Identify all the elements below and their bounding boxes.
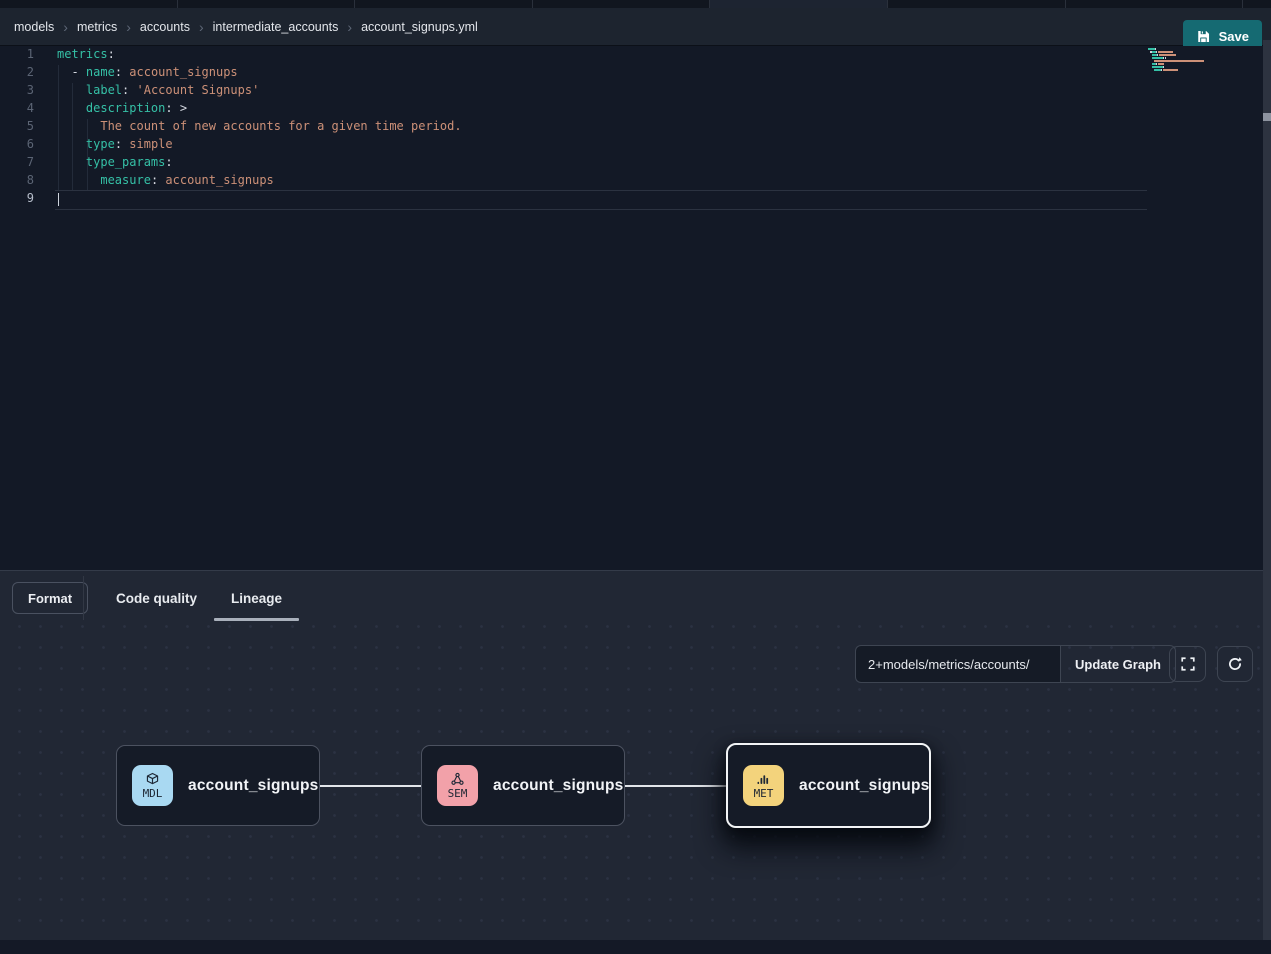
editor-file-tab[interactable] bbox=[888, 0, 1066, 8]
editor-file-tab[interactable] bbox=[0, 0, 178, 8]
lineage-node-met[interactable]: MET account_signups bbox=[726, 743, 931, 828]
node-type-code: MET bbox=[754, 788, 774, 800]
panel-tabs: Code quality Lineage bbox=[99, 571, 299, 626]
code-text[interactable]: label: 'Account Signups' bbox=[57, 83, 259, 101]
lineage-selector-input[interactable] bbox=[855, 645, 1060, 683]
code-text[interactable]: - name: account_signups bbox=[57, 65, 238, 83]
top-tab-strip bbox=[0, 0, 1271, 8]
code-line: 9 bbox=[0, 191, 1271, 209]
save-icon bbox=[1196, 29, 1211, 44]
code-text[interactable]: type_params: bbox=[57, 155, 173, 173]
code-text[interactable]: metrics: bbox=[57, 47, 115, 65]
line-number: 8 bbox=[0, 173, 34, 191]
line-number: 3 bbox=[0, 83, 34, 101]
code-line: 6 type: simple bbox=[0, 137, 1271, 155]
code-text[interactable]: measure: account_signups bbox=[57, 173, 274, 191]
breadcrumb-item[interactable]: account_signups.yml bbox=[361, 20, 478, 34]
node-type-code: SEM bbox=[448, 788, 468, 800]
line-number: 7 bbox=[0, 155, 34, 173]
code-text[interactable]: type: simple bbox=[57, 137, 173, 155]
breadcrumb-bar: models › metrics › accounts › intermediate_acc… bbox=[0, 8, 1271, 46]
breadcrumb-item[interactable]: models bbox=[14, 20, 54, 34]
cube-badge: MDL bbox=[132, 765, 173, 806]
tab-label: Lineage bbox=[231, 591, 282, 606]
code-line: 5 The count of new accounts for a given … bbox=[0, 119, 1271, 137]
tab-code-quality[interactable]: Code quality bbox=[99, 571, 214, 626]
scrollbar-thumb[interactable] bbox=[1263, 113, 1271, 121]
network-badge: SEM bbox=[437, 765, 478, 806]
format-button[interactable]: Format bbox=[12, 582, 88, 614]
bar-chart-icon bbox=[756, 772, 771, 787]
line-number: 6 bbox=[0, 137, 34, 155]
lineage-edge bbox=[320, 785, 422, 787]
code-text[interactable]: The count of new accounts for a given ti… bbox=[57, 119, 462, 137]
refresh-icon bbox=[1227, 656, 1243, 672]
tab-strip-stub bbox=[1243, 0, 1271, 8]
network-icon bbox=[450, 772, 465, 787]
editor-file-tab[interactable] bbox=[533, 0, 711, 8]
lineage-controls: Update Graph bbox=[855, 645, 1176, 681]
fullscreen-icon bbox=[1180, 656, 1196, 672]
code-line: 7 type_params: bbox=[0, 155, 1271, 173]
minimap[interactable] bbox=[1148, 48, 1212, 75]
node-label: account_signups bbox=[493, 777, 623, 795]
chevron-right-icon: › bbox=[347, 20, 352, 34]
code-line: 1 metrics: bbox=[0, 47, 1271, 65]
line-number: 4 bbox=[0, 101, 34, 119]
bottom-strip bbox=[0, 940, 1271, 954]
code-line: 4 description: > bbox=[0, 101, 1271, 119]
tab-lineage[interactable]: Lineage bbox=[214, 571, 299, 626]
line-number: 2 bbox=[0, 65, 34, 83]
editor-file-tab[interactable] bbox=[178, 0, 356, 8]
breadcrumb-item[interactable]: metrics bbox=[77, 20, 117, 34]
chevron-right-icon: › bbox=[199, 20, 204, 34]
code-line: 3 label: 'Account Signups' bbox=[0, 83, 1271, 101]
lineage-node-sem[interactable]: SEM account_signups bbox=[421, 745, 625, 826]
line-number: 9 bbox=[0, 191, 34, 209]
editor-file-tab[interactable] bbox=[355, 0, 533, 8]
editor-file-tab[interactable] bbox=[1066, 0, 1244, 8]
lineage-edge bbox=[625, 785, 727, 787]
lineage-node-mdl[interactable]: MDL account_signups bbox=[116, 745, 320, 826]
save-label: Save bbox=[1219, 29, 1249, 44]
editor-file-tab[interactable] bbox=[710, 0, 888, 8]
active-tab-underline bbox=[214, 618, 299, 621]
code-text[interactable]: description: > bbox=[57, 101, 187, 119]
panel-divider bbox=[83, 576, 84, 620]
tab-label: Code quality bbox=[116, 591, 197, 606]
cube-icon bbox=[145, 772, 160, 787]
code-line: 2 - name: account_signups bbox=[0, 65, 1271, 83]
update-graph-button[interactable]: Update Graph bbox=[1060, 645, 1176, 683]
breadcrumb-item[interactable]: accounts bbox=[140, 20, 190, 34]
node-type-code: MDL bbox=[143, 788, 163, 800]
bottom-panel-header: Format Code quality Lineage bbox=[0, 570, 1271, 625]
chevron-right-icon: › bbox=[63, 20, 68, 34]
lineage-canvas[interactable]: Update Graph MDL account_signups SEM accoun… bbox=[0, 625, 1271, 940]
refresh-button[interactable] bbox=[1217, 646, 1253, 682]
bar-chart-badge: MET bbox=[743, 765, 784, 806]
scrollbar-track[interactable] bbox=[1263, 40, 1271, 940]
node-label: account_signups bbox=[188, 777, 318, 795]
node-label: account_signups bbox=[799, 777, 929, 795]
line-number: 5 bbox=[0, 119, 34, 137]
breadcrumb-item[interactable]: intermediate_accounts bbox=[213, 20, 339, 34]
chevron-right-icon: › bbox=[126, 20, 131, 34]
breadcrumb: models › metrics › accounts › intermediate_acc… bbox=[14, 20, 478, 34]
line-number: 1 bbox=[0, 47, 34, 65]
code-editor[interactable]: 1metrics:2 - name: account_signups3 labe… bbox=[0, 46, 1271, 570]
code-line: 8 measure: account_signups bbox=[0, 173, 1271, 191]
fullscreen-button[interactable] bbox=[1169, 646, 1206, 682]
text-cursor bbox=[58, 193, 60, 206]
